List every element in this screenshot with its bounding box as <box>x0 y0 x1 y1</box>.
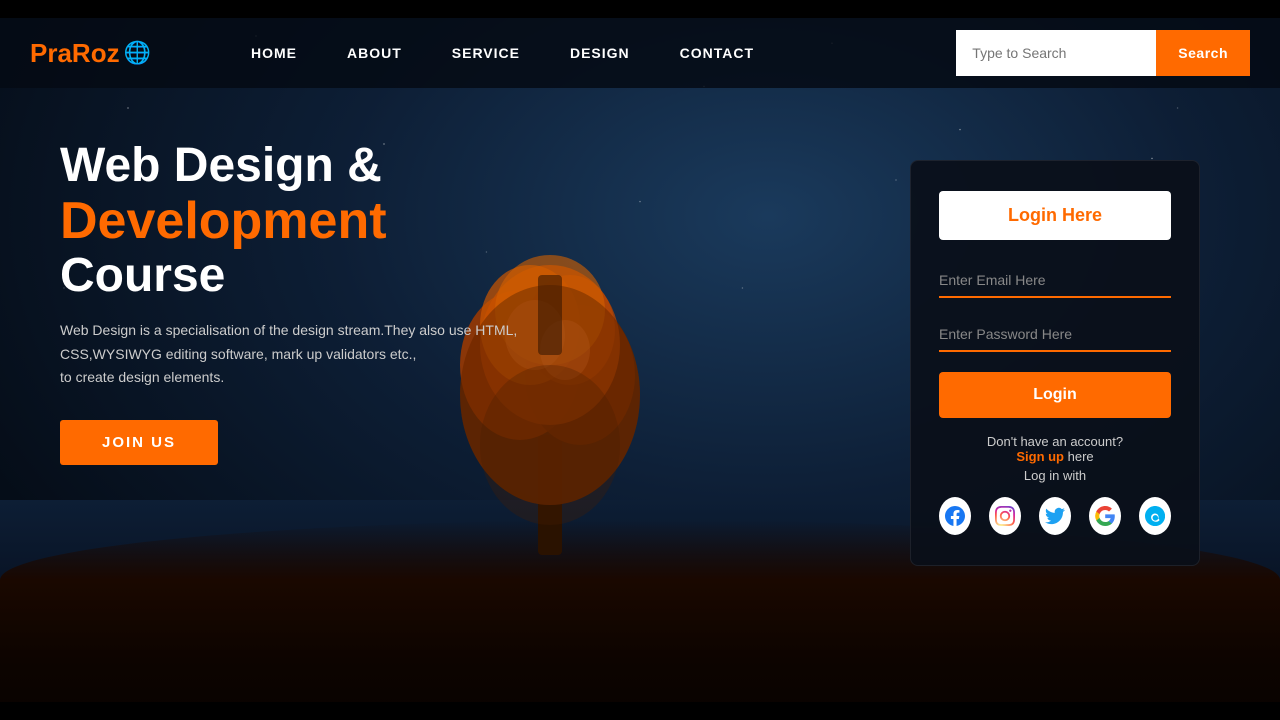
skype-icon[interactable] <box>1139 497 1171 535</box>
hero-title-line1: Web Design & <box>60 140 517 193</box>
signup-link[interactable]: Sign up <box>1016 449 1064 464</box>
black-bar-bottom <box>0 702 1280 720</box>
hero-title-line2: Development <box>60 193 517 250</box>
search-input[interactable] <box>956 30 1156 76</box>
hero-description: Web Design is a specialisation of the de… <box>60 319 517 390</box>
search-button[interactable]: Search <box>1156 30 1250 76</box>
login-button[interactable]: Login <box>939 372 1171 418</box>
email-input[interactable] <box>939 264 1171 298</box>
nav-links: HOME ABOUT SERVICE DESIGN CONTACT <box>251 45 956 61</box>
logo[interactable]: PraRoz🌐 <box>30 38 151 69</box>
search-area: Search <box>956 30 1250 76</box>
black-bar-top <box>0 0 1280 18</box>
login-title-button[interactable]: Login Here <box>939 191 1171 240</box>
google-icon[interactable] <box>1089 497 1121 535</box>
nav-about[interactable]: ABOUT <box>347 45 402 61</box>
password-input[interactable] <box>939 318 1171 352</box>
nav-home[interactable]: HOME <box>251 45 297 61</box>
navbar: PraRoz🌐 HOME ABOUT SERVICE DESIGN CONTAC… <box>0 18 1280 88</box>
facebook-icon[interactable] <box>939 497 971 535</box>
nav-contact[interactable]: CONTACT <box>680 45 754 61</box>
join-us-button[interactable]: JOIN US <box>60 420 218 465</box>
globe-icon: 🌐 <box>124 40 151 66</box>
twitter-icon[interactable] <box>1039 497 1071 535</box>
nav-design[interactable]: DESIGN <box>570 45 630 61</box>
logo-text: PraRoz <box>30 38 120 69</box>
login-card: Login Here Login Don't have an account? … <box>910 160 1200 566</box>
hero-content: Web Design & Development Course Web Desi… <box>60 140 517 465</box>
instagram-icon[interactable] <box>989 497 1021 535</box>
hero-title-line3: Course <box>60 250 517 303</box>
social-icons-row <box>939 497 1171 535</box>
no-account-text: Don't have an account? Sign up here <box>939 434 1171 464</box>
nav-service[interactable]: SERVICE <box>452 45 520 61</box>
log-in-with-text: Log in with <box>939 468 1171 483</box>
